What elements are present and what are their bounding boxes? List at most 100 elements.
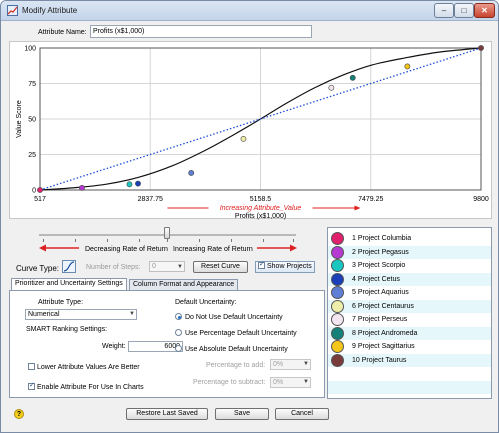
list-item[interactable]: 7 Project Perseus: [328, 313, 491, 326]
decreasing-rate-label: Decreasing Rate of Return: [85, 246, 168, 253]
project-label: 10 Project Taurus: [352, 356, 407, 364]
list-item[interactable]: 4 Project Cetus: [328, 272, 491, 286]
radio-label: Use Percentage Default Uncertainty: [185, 330, 297, 337]
project-point: [126, 181, 133, 188]
y-axis-label: Value Score: [16, 100, 23, 138]
s-curve-icon: [63, 261, 75, 272]
modify-attribute-window: Modify Attribute – □ ✕ Attribute Name: P…: [0, 0, 499, 433]
project-label: 9 Project Sagittarius: [352, 343, 415, 350]
project-color-swatch: [331, 259, 344, 272]
project-color-swatch: [331, 299, 344, 313]
steps-value: 0: [152, 263, 156, 270]
caption-arrowhead-icon: [354, 205, 361, 211]
minimize-button[interactable]: –: [434, 3, 454, 18]
project-color-swatch: [331, 340, 344, 353]
chevron-down-icon: ▼: [177, 264, 183, 270]
project-color-swatch: [331, 326, 344, 340]
app-icon: [7, 5, 18, 16]
show-projects-label: Show Projects: [267, 263, 312, 270]
project-color-swatch: [331, 245, 344, 259]
tab-column-format[interactable]: Column Format and Appearance: [129, 279, 239, 290]
chevron-down-icon: ▼: [129, 311, 135, 317]
enable-charts-option[interactable]: Enable Attribute For Use In Charts: [28, 381, 144, 391]
radio-label: Do Not Use Default Uncertainty: [185, 314, 283, 321]
y-tick-label: 100: [24, 46, 36, 53]
tab-prioritizer[interactable]: Prioritizer and Uncertainty Settings: [11, 278, 127, 290]
curve-type-button[interactable]: [62, 260, 76, 273]
rate-arrows: [39, 244, 297, 252]
attribute-name-label: Attribute Name:: [38, 29, 87, 36]
list-item[interactable]: 9 Project Sagittarius: [328, 340, 491, 353]
radio-button[interactable]: [175, 329, 182, 336]
title-bar: Modify Attribute – □ ✕: [1, 1, 498, 21]
reset-curve-button[interactable]: Reset Curve: [193, 261, 248, 273]
list-item[interactable]: 10 Project Taurus: [328, 353, 491, 367]
smart-ranking-label: SMART Ranking Settings:: [26, 326, 108, 333]
list-item[interactable]: 8 Project Andromeda: [328, 326, 491, 340]
slider-tick: [139, 239, 140, 242]
y-tick-label: 75: [28, 81, 36, 88]
default-uncertainty-label: Default Uncertainty:: [175, 299, 237, 306]
list-item: [328, 380, 491, 394]
list-item[interactable]: 2 Project Pegasus: [328, 245, 491, 259]
show-projects-toggle[interactable]: Show Projects: [255, 260, 315, 273]
percentage-subtract-label: Percentage to subtract:: [193, 379, 266, 386]
radio-button[interactable]: [175, 345, 182, 352]
list-item[interactable]: 3 Project Scorpio: [328, 259, 491, 272]
radio-no-default-uncertainty[interactable]: Do Not Use Default Uncertainty: [175, 313, 283, 321]
percentage-subtract-select[interactable]: 0% ▼: [270, 377, 311, 388]
restore-last-saved-button[interactable]: Restore Last Saved: [126, 408, 208, 420]
project-point: [478, 45, 484, 51]
rate-of-return-slider-thumb[interactable]: [164, 227, 170, 239]
lower-better-label: Lower Attribute Values Are Better: [37, 364, 140, 371]
show-projects-checkbox[interactable]: [258, 260, 265, 270]
project-label: 3 Project Scorpio: [352, 262, 406, 269]
percentage-add-label: Percentage to add:: [206, 362, 266, 369]
project-point: [240, 135, 247, 142]
project-color-swatch: [331, 286, 344, 299]
weight-label: Weight:: [102, 343, 126, 350]
project-color-swatch: [331, 353, 344, 367]
list-item[interactable]: 1 Project Columbia: [328, 232, 491, 245]
lower-better-option[interactable]: Lower Attribute Values Are Better: [28, 363, 140, 371]
radio-absolute-uncertainty[interactable]: Use Absolute Default Uncertainty: [175, 345, 288, 353]
project-color-swatch: [331, 272, 344, 286]
window-title: Modify Attribute: [22, 6, 78, 15]
x-tick-label: 517: [34, 196, 46, 203]
value-curve-chart[interactable]: 517 2837.75 5158.5 7479.25 9800 0 25 50 75 100 Val…: [9, 41, 492, 220]
radio-percentage-uncertainty[interactable]: Use Percentage Default Uncertainty: [175, 329, 297, 337]
project-label: 1 Project Columbia: [352, 235, 412, 242]
list-item[interactable]: 6 Project Centaurus: [328, 299, 491, 313]
radio-button[interactable]: [175, 313, 182, 320]
slider-tick: [199, 239, 200, 242]
percentage-add-select[interactable]: 0% ▼: [270, 359, 311, 370]
attribute-name-input[interactable]: Profits (x$1,000): [90, 25, 312, 38]
list-item[interactable]: 5 Project Aquarius: [328, 286, 491, 299]
radio-label: Use Absolute Default Uncertainty: [185, 346, 288, 353]
close-button[interactable]: ✕: [474, 3, 495, 18]
x-tick-label: 7479.25: [358, 196, 383, 203]
project-point: [188, 170, 195, 176]
chevron-down-icon: ▼: [303, 379, 309, 385]
y-tick-label: 50: [28, 117, 36, 124]
maximize-button[interactable]: □: [454, 3, 474, 18]
project-label: 2 Project Pegasus: [352, 248, 409, 256]
cancel-button[interactable]: Cancel: [275, 408, 329, 420]
lower-better-checkbox[interactable]: [28, 363, 35, 370]
project-legend-list[interactable]: 1 Project Columbia 2 Project Pegasus 3 Pro…: [327, 227, 492, 399]
attribute-type-select[interactable]: Numerical ▼: [25, 309, 137, 320]
curve-type-label: Curve Type:: [16, 264, 59, 273]
percentage-subtract-value: 0%: [273, 379, 284, 386]
project-label: 5 Project Aquarius: [352, 289, 409, 296]
y-tick-label: 25: [28, 152, 36, 159]
slider-tick: [167, 239, 168, 242]
save-button[interactable]: Save: [215, 408, 269, 420]
project-label: 4 Project Cetus: [352, 275, 400, 283]
number-of-steps-select[interactable]: 0 ▼: [149, 261, 185, 272]
project-point: [328, 84, 335, 91]
help-icon[interactable]: ?: [14, 409, 24, 419]
slider-tick: [293, 239, 294, 242]
project-point: [79, 184, 85, 191]
x-axis-label: Profits (x$1,000): [235, 213, 286, 220]
enable-charts-checkbox[interactable]: [28, 381, 35, 390]
